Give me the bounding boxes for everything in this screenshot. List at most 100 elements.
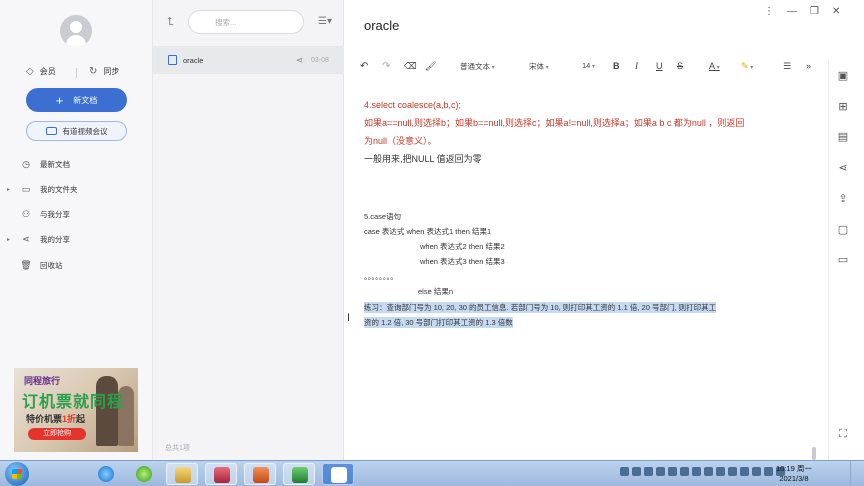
text-line: when 表达式2 then 结果2 xyxy=(420,242,505,251)
strikethrough-button[interactable]: S xyxy=(677,61,683,71)
explorer-taskbar-icon[interactable] xyxy=(166,463,198,485)
text-line: 5.case语句 xyxy=(364,212,402,221)
search-input[interactable]: 搜索... xyxy=(188,10,304,34)
file-name: oracle xyxy=(183,55,204,65)
video-meeting-button[interactable]: 有道视频会议 xyxy=(26,121,127,141)
file-list-item[interactable]: oracle ⋖ 03-08 xyxy=(153,46,344,74)
text-line: case 表达式 when 表达式1 then 结果1 xyxy=(364,227,492,236)
undo-icon[interactable]: ↶ xyxy=(360,61,368,72)
highlight-icon[interactable]: ✎ xyxy=(741,61,753,72)
windows-taskbar: 10:19 周一 2021/3/8 xyxy=(0,460,864,486)
font-family-dropdown[interactable]: 宋体 xyxy=(529,61,549,72)
document-body[interactable]: 4.select coalesce(a,b,c); 如果a==null,则选择b… xyxy=(364,98,794,330)
underline-button[interactable]: U xyxy=(656,61,663,71)
share-icon[interactable]: ⋖ xyxy=(296,55,304,66)
powerpoint-taskbar-icon[interactable] xyxy=(244,463,276,485)
sync-button[interactable]: ↻ 同步 xyxy=(89,66,119,77)
avatar[interactable] xyxy=(60,15,92,47)
excel-taskbar-icon[interactable] xyxy=(283,463,315,485)
redo-icon[interactable]: ↷ xyxy=(382,61,390,72)
member-label: 会员 xyxy=(39,67,56,76)
expand-arrow-icon[interactable]: ▸ xyxy=(0,236,10,243)
bold-button[interactable]: B xyxy=(613,61,620,71)
share-icon[interactable]: ⋖ xyxy=(837,162,849,174)
nav-item-my-shares[interactable]: ▸ ⋖ 我的分享 xyxy=(0,231,153,247)
paragraph-style-dropdown[interactable]: 普通文本 xyxy=(460,61,495,72)
diamond-icon: ◇ xyxy=(26,66,34,77)
new-document-button[interactable]: + 新文档 xyxy=(26,88,127,112)
expand-arrow-icon[interactable]: ▸ xyxy=(0,186,10,193)
close-icon[interactable]: ✕ xyxy=(832,6,840,17)
nav-label: 回收站 xyxy=(40,260,63,270)
insert-icon[interactable]: ⊞ xyxy=(837,101,849,113)
nav-item-my-folders[interactable]: ▸ ▭ 我的文件夹 xyxy=(0,181,153,197)
text-line: 4.select coalesce(a,b,c); xyxy=(364,100,462,110)
share-icon: ⋖ xyxy=(22,233,30,244)
new-document-label: 新文档 xyxy=(73,95,98,105)
text-line: 一般用来,把NULL 值返回为零 xyxy=(364,154,482,164)
database-taskbar-icon[interactable] xyxy=(205,463,237,485)
nav-item-shared-with-me[interactable]: ⚇ 与我分享 xyxy=(0,206,153,222)
eraser-icon[interactable]: ⌫ xyxy=(404,61,417,72)
format-toolbar: ↶ ↷ ⌫ 🖌 普通文本 宋体 14 B I U S A ✎ ☰ » xyxy=(344,56,828,78)
list-menu-icon[interactable]: ☰▾ xyxy=(318,16,332,27)
divider xyxy=(76,68,77,78)
window-controls: ⋮ — ❐ ✕ xyxy=(764,6,840,17)
folder-icon: ▭ xyxy=(21,183,31,194)
more-tools-icon[interactable]: » xyxy=(806,61,811,71)
outline-icon[interactable]: ▤ xyxy=(837,131,849,143)
history-icon[interactable]: ▭ xyxy=(837,254,849,266)
nav-label: 与我分享 xyxy=(40,209,70,219)
ad-brand: 同程旅行 xyxy=(24,376,61,386)
ie-taskbar-icon[interactable] xyxy=(90,463,122,485)
bullet-list-icon[interactable]: ☰ xyxy=(783,61,791,72)
export-icon[interactable]: ⇪ xyxy=(837,193,849,205)
selected-text-line: 资的 1.2 倍, 30 号部门打印其工资的 1.3 倍数 xyxy=(364,317,513,328)
video-meeting-label: 有道视频会议 xyxy=(62,126,108,136)
text-line: when 表达式3 then 结果3 xyxy=(420,257,505,266)
show-desktop-button[interactable] xyxy=(850,461,864,486)
nav-label: 我的分享 xyxy=(40,234,70,244)
right-toolbar: ▣ ⊞ ▤ ⋖ ⇪ ▢ ▭ ⛶ xyxy=(828,60,864,460)
scrollbar[interactable] xyxy=(812,447,816,460)
system-tray[interactable] xyxy=(620,467,785,476)
item-count: 总共1项 xyxy=(165,445,190,452)
editor-pane: oracle ⋮ — ❐ ✕ ↶ ↷ ⌫ 🖌 普通文本 宋体 14 B I U … xyxy=(344,0,840,460)
font-color-button[interactable]: A xyxy=(709,61,720,71)
ad-cta-button[interactable]: 立即抢购 xyxy=(28,428,86,440)
minimize-icon[interactable]: — xyxy=(787,6,797,17)
restore-icon[interactable]: ❐ xyxy=(810,6,819,17)
format-painter-icon[interactable]: 🖌 xyxy=(425,61,436,72)
left-sidebar: ◇ 会员 ↻ 同步 + 新文档 有道视频会议 ◷ 最新文档 ▸ ▭ 我的文件夹 … xyxy=(0,0,153,460)
clock-time: 10:19 周一 xyxy=(776,464,812,473)
app-taskbar-icon[interactable] xyxy=(128,463,160,485)
member-link[interactable]: ◇ 会员 xyxy=(26,66,56,77)
nav-label: 我的文件夹 xyxy=(40,184,78,194)
nav-item-recent[interactable]: ◷ 最新文档 xyxy=(0,156,153,172)
fullscreen-icon[interactable]: ⛶ xyxy=(837,428,849,440)
ad-subline: 特价机票1折起 xyxy=(26,414,86,424)
video-camera-icon xyxy=(45,127,57,135)
advertisement-banner[interactable]: 同程旅行 订机票就同程 特价机票1折起 立即抢购 xyxy=(14,368,138,452)
person-share-icon: ⚇ xyxy=(21,208,31,219)
note-icon xyxy=(168,55,177,65)
back-up-icon[interactable]: ⮤ xyxy=(167,16,174,29)
text-line: 。。。。。。。。 xyxy=(364,272,398,281)
i-beam-cursor-icon: I xyxy=(347,312,351,324)
text-line: else 结果n xyxy=(418,287,454,296)
taskbar-clock[interactable]: 10:19 周一 2021/3/8 xyxy=(776,464,812,484)
clock-date: 2021/3/8 xyxy=(779,474,809,483)
start-button[interactable] xyxy=(5,462,29,486)
ai-icon[interactable]: ▣ xyxy=(837,70,849,82)
nav-item-trash[interactable]: 🗑 回收站 xyxy=(0,257,153,273)
font-size-dropdown[interactable]: 14 xyxy=(582,61,595,70)
notes-taskbar-icon[interactable] xyxy=(322,463,354,485)
comment-icon[interactable]: ▢ xyxy=(837,224,849,236)
ad-headline: 订机票就同程 xyxy=(22,394,125,411)
file-list-panel: ⮤ 搜索... ☰▾ oracle ⋖ 03-08 总共1项 xyxy=(153,0,344,460)
italic-button[interactable]: I xyxy=(635,61,638,71)
sync-icon: ↻ xyxy=(89,66,98,77)
more-options-icon[interactable]: ⋮ xyxy=(764,6,774,17)
document-title[interactable]: oracle xyxy=(364,18,399,33)
file-date: 03-08 xyxy=(311,56,329,64)
